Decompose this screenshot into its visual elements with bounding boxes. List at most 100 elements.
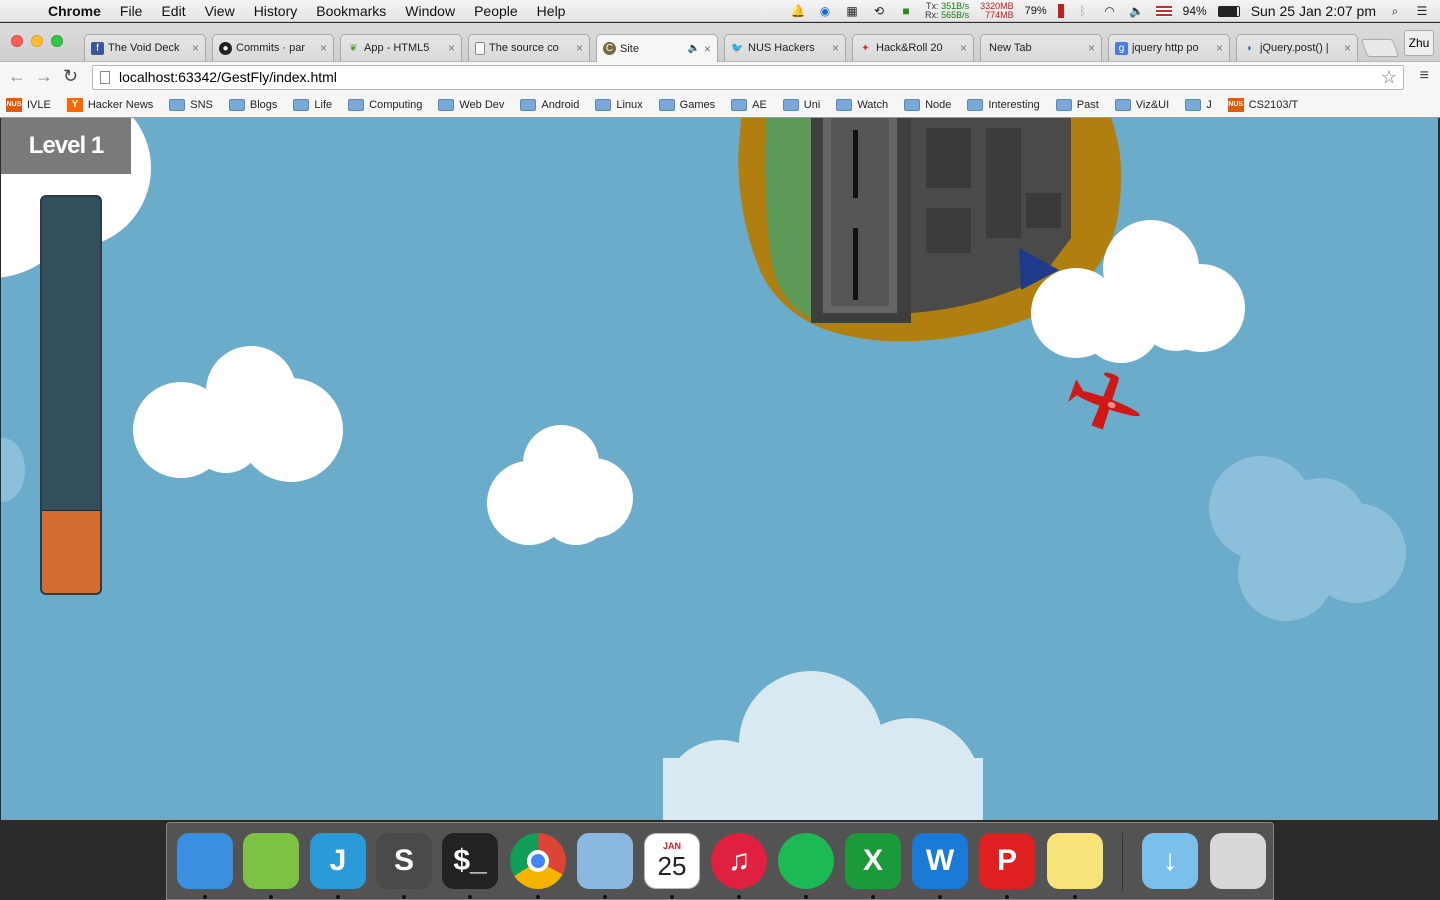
- menu-app-name[interactable]: Chrome: [48, 3, 101, 19]
- bookmark-sns[interactable]: SNS: [169, 98, 213, 111]
- running-indicator: [536, 895, 540, 899]
- downloads-icon[interactable]: ↓: [1142, 833, 1198, 889]
- tab-the-source-code[interactable]: The source co ×: [468, 34, 590, 61]
- memory-chip-icon[interactable]: ▦: [844, 4, 860, 18]
- bookmark-star-icon[interactable]: ☆: [1381, 66, 1397, 89]
- mail-icon[interactable]: [577, 833, 633, 889]
- time-machine-icon[interactable]: ⟲: [871, 4, 887, 18]
- bookmark-label: Hacker News: [87, 98, 154, 111]
- chrome-icon[interactable]: [510, 833, 566, 889]
- close-tab-icon[interactable]: ×: [192, 41, 199, 55]
- bookmark-blogs[interactable]: Blogs: [228, 98, 277, 111]
- battery-percent[interactable]: 94%: [1183, 4, 1207, 18]
- new-tab-button[interactable]: [1360, 39, 1400, 57]
- cloud: [1209, 456, 1406, 621]
- network-monitor[interactable]: Tx: 351B/s Rx: 565B/s: [925, 2, 969, 20]
- bookmark-hacker-news[interactable]: Y Hacker News: [66, 97, 154, 112]
- wifi-icon[interactable]: ◠: [1102, 4, 1118, 18]
- bookmark-ivle[interactable]: NUS IVLE: [6, 97, 51, 112]
- notification-bell-icon[interactable]: 🔔: [790, 4, 806, 18]
- bookmark-uni[interactable]: Uni: [782, 98, 820, 111]
- excel-icon[interactable]: X: [845, 833, 901, 889]
- bookmark-android[interactable]: Android: [520, 98, 579, 111]
- tab-jquery-post[interactable]: ◗ jQuery.post() | ×: [1236, 34, 1358, 61]
- bluetooth-icon[interactable]: ᛒ: [1075, 4, 1091, 18]
- address-bar[interactable]: localhost:63342/GestFly/index.html ☆: [92, 65, 1404, 90]
- menu-history[interactable]: History: [254, 3, 298, 19]
- player-plane[interactable]: [1063, 363, 1150, 440]
- itunes-icon[interactable]: ♫: [711, 833, 767, 889]
- bookmark-cs2103-t[interactable]: NUS CS2103/T: [1227, 97, 1298, 112]
- close-tab-icon[interactable]: ×: [1344, 41, 1351, 55]
- close-tab-icon[interactable]: ×: [1088, 41, 1095, 55]
- bookmark-computing[interactable]: Computing: [348, 98, 422, 111]
- menu-view[interactable]: View: [205, 3, 235, 19]
- minimize-window-icon[interactable]: [31, 35, 43, 47]
- cpu-percent[interactable]: 79%: [1025, 5, 1047, 17]
- clock[interactable]: Sun 25 Jan 2:07 pm: [1251, 3, 1376, 19]
- close-tab-icon[interactable]: ×: [576, 41, 583, 55]
- tab-the-void-deck[interactable]: f The Void Deck ×: [84, 34, 206, 61]
- close-tab-icon[interactable]: ×: [832, 41, 839, 55]
- tab-site[interactable]: C Site 🔈 ×: [596, 34, 718, 62]
- spotify-icon[interactable]: [778, 833, 834, 889]
- tab-jquery-http-post[interactable]: g jquery http po ×: [1108, 34, 1230, 61]
- us-flag-icon[interactable]: [1155, 5, 1172, 17]
- folder-icon: [348, 98, 365, 111]
- robot-status-icon[interactable]: ■: [898, 4, 914, 18]
- close-tab-icon[interactable]: ×: [320, 41, 327, 55]
- tab-new-tab[interactable]: New Tab ×: [980, 34, 1102, 61]
- menu-people[interactable]: People: [474, 3, 518, 19]
- bookmark-web-dev[interactable]: Web Dev: [438, 98, 504, 111]
- bookmark-viz-ui[interactable]: Viz&UI: [1114, 98, 1169, 111]
- audio-playing-icon[interactable]: 🔈: [688, 43, 700, 54]
- menu-help[interactable]: Help: [537, 3, 566, 19]
- volume-icon[interactable]: 🔈: [1129, 4, 1145, 18]
- menu-window[interactable]: Window: [405, 3, 455, 19]
- zoom-window-icon[interactable]: [51, 35, 63, 47]
- notification-center-icon[interactable]: ☰: [1414, 4, 1430, 18]
- powerpoint-icon[interactable]: P: [979, 833, 1035, 889]
- memory-monitor[interactable]: 3320MB 774MB: [980, 2, 1014, 20]
- calendar-icon[interactable]: JAN 25: [644, 833, 700, 889]
- word-icon[interactable]: W: [912, 833, 968, 889]
- tab-commits[interactable]: ● Commits · par ×: [212, 34, 334, 61]
- tab-nus-hackers[interactable]: 🐦 NUS Hackers ×: [724, 34, 846, 61]
- back-arrow-icon[interactable]: ←: [8, 66, 26, 87]
- menu-file[interactable]: File: [120, 3, 143, 19]
- android-studio-icon[interactable]: [243, 833, 299, 889]
- bookmark-past[interactable]: Past: [1055, 98, 1099, 111]
- reload-icon[interactable]: ↻: [63, 66, 78, 87]
- close-tab-icon[interactable]: ×: [960, 41, 967, 55]
- profile-button[interactable]: Zhu: [1404, 30, 1434, 56]
- finder-icon[interactable]: [177, 833, 233, 889]
- bookmark-node[interactable]: Node: [904, 98, 951, 111]
- chrome-menu-icon[interactable]: ≡: [1420, 67, 1429, 85]
- trash-icon[interactable]: [1210, 833, 1266, 889]
- spotlight-search-icon[interactable]: ⌕: [1387, 4, 1403, 18]
- notes-icon[interactable]: [1047, 833, 1103, 889]
- bookmark-interesting[interactable]: Interesting: [967, 98, 1040, 111]
- terminal-icon[interactable]: $_: [442, 833, 498, 889]
- bookmark-ae[interactable]: AE: [731, 98, 767, 111]
- sublime-text-icon[interactable]: S: [376, 833, 432, 889]
- intellij-icon[interactable]: J: [310, 833, 366, 889]
- bookmark-watch[interactable]: Watch: [836, 98, 888, 111]
- bookmark-linux[interactable]: Linux: [595, 98, 643, 111]
- game-canvas[interactable]: Level 1: [1, 118, 1438, 820]
- battery-icon[interactable]: [1217, 5, 1240, 17]
- bookmark-life[interactable]: Life: [293, 98, 332, 111]
- menu-edit[interactable]: Edit: [161, 3, 185, 19]
- bookmark-games[interactable]: Games: [658, 98, 715, 111]
- close-tab-icon[interactable]: ×: [704, 42, 711, 56]
- forward-arrow-icon[interactable]: →: [35, 66, 53, 87]
- bookmark-j[interactable]: J: [1185, 98, 1212, 111]
- close-window-icon[interactable]: [11, 35, 23, 47]
- bookmark-label: Interesting: [988, 98, 1040, 111]
- tab-app-html5[interactable]: ❦ App - HTML5 ×: [340, 34, 462, 61]
- close-tab-icon[interactable]: ×: [448, 41, 455, 55]
- close-tab-icon[interactable]: ×: [1216, 41, 1223, 55]
- tab-hack-and-roll[interactable]: ✦ Hack&Roll 20 ×: [852, 34, 974, 61]
- shazam-icon[interactable]: ◉: [817, 4, 833, 18]
- menu-bookmarks[interactable]: Bookmarks: [316, 3, 386, 19]
